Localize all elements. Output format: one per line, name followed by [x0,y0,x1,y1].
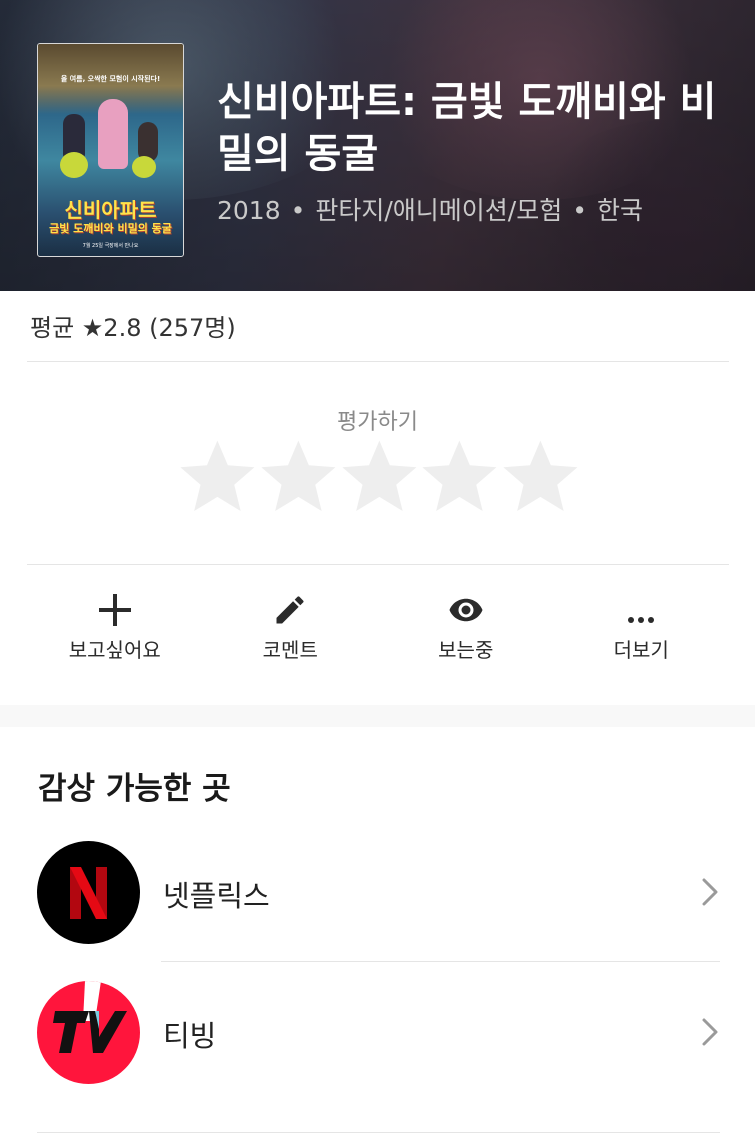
chevron-right-icon [700,877,720,911]
watch-section-title: 감상 가능한 곳 [38,771,231,807]
movie-country: 한국 [596,196,643,225]
provider-row-tving[interactable]: 티빙 [0,972,755,1092]
meta-separator: • [290,196,306,225]
rating-stars[interactable] [177,434,581,518]
star-icon[interactable] [419,434,500,518]
action-label: 더보기 [613,638,669,662]
movie-title: 신비아파트: 금빛 도깨비와 비밀의 동굴 [217,79,717,177]
star-icon[interactable] [339,434,420,518]
pencil-icon [272,590,308,630]
star-icon[interactable] [258,434,339,518]
action-label: 보고싶어요 [68,638,161,662]
netflix-logo [37,841,140,944]
average-rating: 평균 ★2.8 (257명) [30,314,236,342]
poster-logo: 신비아파트 [64,198,157,222]
movie-header: 올 여름, 오싹한 모험이 시작된다! 신비아파트 금빛 도깨비와 비밀의 동굴… [0,0,755,291]
provider-name: 넷플릭스 [163,879,270,913]
want-to-watch-button[interactable]: 보고싶어요 [27,590,203,680]
divider [37,1132,720,1133]
more-dots-icon [623,590,659,630]
poster-release: 7월 25일 극장에서 만나요 [82,243,139,249]
action-label: 보는중 [438,638,494,662]
chevron-right-icon [700,1017,720,1051]
movie-genres: 판타지/애니메이션/모험 [315,196,563,225]
star-icon[interactable] [500,434,581,518]
movie-year: 2018 [217,196,281,225]
section-spacer [0,705,755,727]
action-label: 코멘트 [262,638,318,662]
divider [161,961,720,962]
provider-row-netflix[interactable]: 넷플릭스 [0,832,755,952]
movie-meta: 2018 • 판타지/애니메이션/모험 • 한국 [217,191,643,227]
poster-character [98,99,128,169]
meta-separator: • [572,196,587,225]
poster-tagline: 올 여름, 오싹한 모험이 시작된다! [60,75,161,83]
watching-button[interactable]: 보는중 [378,590,554,680]
tving-logo [37,981,140,1084]
rate-label: 평가하기 [337,410,418,435]
movie-poster[interactable]: 올 여름, 오싹한 모험이 시작된다! 신비아파트 금빛 도깨비와 비밀의 동굴… [37,43,184,257]
divider [27,564,729,565]
action-bar: 보고싶어요 코멘트 보는중 더보기 [27,590,729,680]
poster-goblin [132,156,156,178]
poster-goblin [60,152,88,178]
comment-button[interactable]: 코멘트 [203,590,379,680]
divider [27,361,729,362]
plus-icon [97,590,133,630]
star-icon[interactable] [177,434,258,518]
eye-icon [445,590,487,630]
more-button[interactable]: 더보기 [554,590,730,680]
poster-subtitle: 금빛 도깨비와 비밀의 동굴 [49,222,172,235]
provider-name: 티빙 [163,1019,217,1053]
